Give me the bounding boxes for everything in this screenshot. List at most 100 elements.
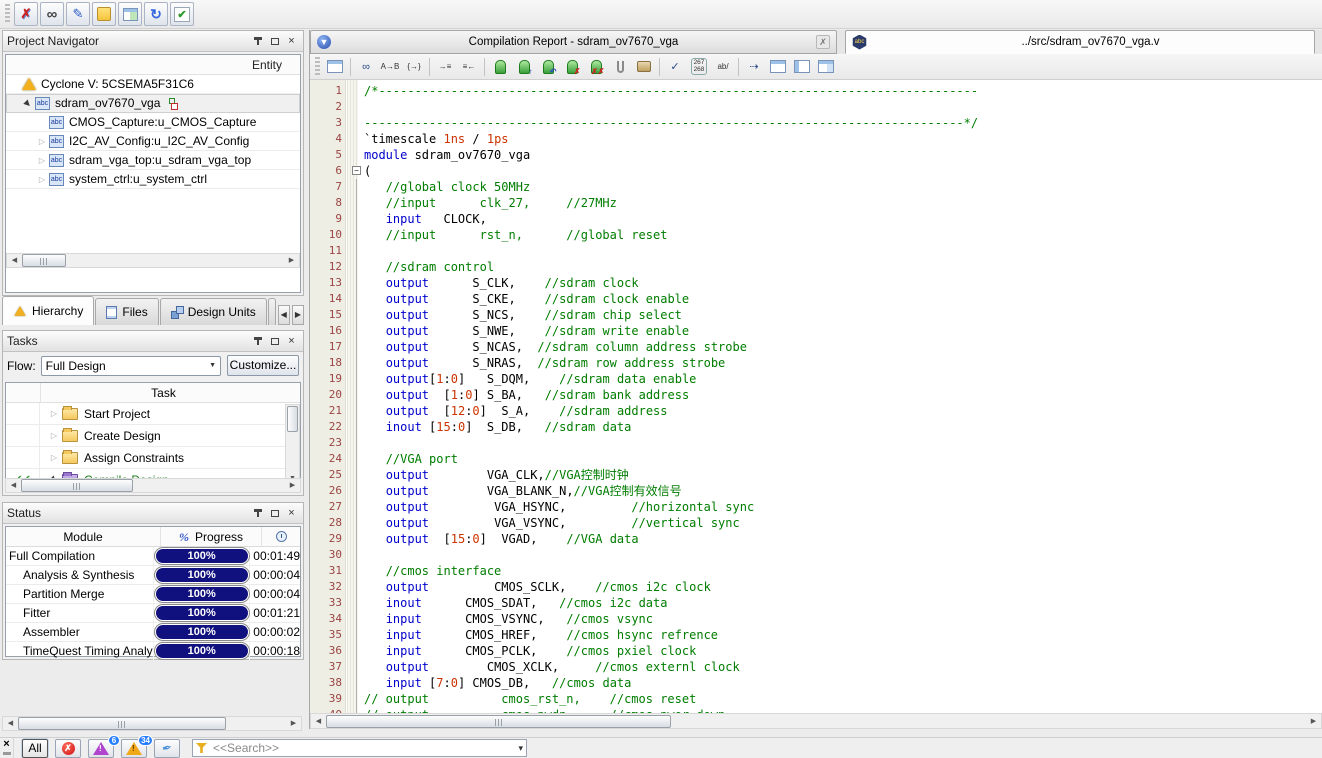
replace-icon[interactable]: A→B: [379, 56, 401, 78]
scroll-right-icon[interactable]: ▶: [285, 479, 300, 492]
task-row[interactable]: ▷Start Project: [6, 403, 300, 425]
restore-icon[interactable]: [267, 34, 282, 48]
expander-icon[interactable]: ▷: [48, 409, 60, 418]
split-view-icon[interactable]: [767, 56, 789, 78]
line-numbers-icon[interactable]: 267268: [688, 56, 710, 78]
matching-bracket-icon[interactable]: {→}: [403, 56, 425, 78]
fold-toggle-icon[interactable]: −: [352, 166, 361, 175]
fold-scope-line: [356, 579, 357, 595]
search-input[interactable]: [213, 741, 518, 755]
line-number: 23: [310, 435, 342, 451]
expander-icon[interactable]: ▷: [48, 431, 60, 440]
close-icon[interactable]: ×: [3, 738, 9, 751]
toolbar-grip[interactable]: [315, 57, 320, 77]
scroll-right-icon[interactable]: ▶: [286, 717, 301, 730]
all-messages-button[interactable]: All: [22, 739, 48, 758]
messages-filter-icon[interactable]: ✒: [154, 739, 180, 758]
scroll-left-icon[interactable]: ◀: [6, 479, 21, 492]
pin-icon[interactable]: [250, 34, 265, 48]
find-icon[interactable]: ∞: [40, 2, 64, 26]
delete-all-bookmarks-icon[interactable]: ✗✗: [585, 56, 607, 78]
tree-item[interactable]: ▷abcsdram_vga_top:u_sdram_vga_top: [6, 151, 300, 170]
scroll-right-icon[interactable]: ▶: [1306, 715, 1321, 728]
close-icon[interactable]: ×: [284, 334, 299, 348]
scroll-right-icon[interactable]: ▶: [284, 254, 299, 267]
tree-item[interactable]: ▷abcsystem_ctrl:u_system_ctrl: [6, 170, 300, 189]
restore-icon[interactable]: [267, 506, 282, 520]
tab-sliver[interactable]: [268, 298, 276, 325]
task-row[interactable]: ▷ Create Design: [6, 425, 300, 447]
errors-filter-icon[interactable]: ✗: [55, 739, 81, 758]
unindent-icon[interactable]: ≡←: [458, 56, 480, 78]
expander-icon[interactable]: ▷: [36, 156, 48, 165]
tab-scroll-left-icon[interactable]: ◀: [278, 305, 290, 325]
refresh-icon[interactable]: ↻: [144, 2, 168, 26]
notes-icon[interactable]: [92, 2, 116, 26]
flow-select[interactable]: Full Design ▼: [41, 356, 221, 376]
expander-icon[interactable]: ▷: [36, 175, 48, 184]
indent-icon[interactable]: →≡: [434, 56, 456, 78]
editor-hscrollbar[interactable]: ◀ ▶: [310, 713, 1322, 729]
close-icon[interactable]: ✗: [816, 35, 830, 49]
critical-warnings-filter-icon[interactable]: 6: [88, 739, 114, 758]
design-assistant-icon[interactable]: ✔: [170, 2, 194, 26]
fold-scope-line: [356, 691, 357, 707]
close-icon[interactable]: ×: [284, 506, 299, 520]
message-search-box[interactable]: ▾: [192, 739, 527, 757]
scroll-left-icon[interactable]: ◀: [7, 254, 22, 267]
tab-scroll-right-icon[interactable]: ▶: [292, 305, 304, 325]
task-label: Create Design: [84, 429, 161, 443]
attach-icon[interactable]: [609, 56, 631, 78]
chevron-down-icon[interactable]: ▾: [518, 743, 523, 754]
tree-item[interactable]: ▶abcsdram_ov7670_vga: [6, 94, 300, 113]
expander-icon[interactable]: ▶: [21, 96, 36, 111]
next-bookmark-icon[interactable]: ↑: [513, 56, 535, 78]
warnings-filter-icon[interactable]: 34: [121, 739, 147, 758]
dock-hscrollbar[interactable]: ◀ ▶: [2, 716, 302, 731]
report-panels-icon[interactable]: [118, 2, 142, 26]
tab-hierarchy[interactable]: Hierarchy: [2, 296, 94, 325]
module-name: Assembler: [6, 623, 154, 641]
bookmark-icon[interactable]: [489, 56, 511, 78]
tree-item[interactable]: ▷abcI2C_AV_Config:u_I2C_AV_Config: [6, 132, 300, 151]
find-icon[interactable]: ∞: [355, 56, 377, 78]
side-view-icon[interactable]: [815, 56, 837, 78]
scroll-left-icon[interactable]: ◀: [3, 717, 18, 730]
tasks-vscrollbar[interactable]: ▼: [285, 404, 300, 482]
full-view-icon[interactable]: [791, 56, 813, 78]
pin-icon[interactable]: [250, 334, 265, 348]
edit-settings-icon[interactable]: ✎: [66, 2, 90, 26]
tab-files[interactable]: Files: [95, 298, 158, 325]
editor-tab[interactable]: ▼Compilation Report - sdram_ov7670_vga✗: [310, 30, 837, 54]
fold-scope-line: [356, 419, 357, 435]
editor-tab[interactable]: abc../src/sdram_ov7670_vga.v: [845, 30, 1315, 54]
previous-bookmark-icon[interactable]: ↶: [537, 56, 559, 78]
pin-icon[interactable]: [250, 506, 265, 520]
expander-icon[interactable]: ▷: [36, 137, 48, 146]
delete-bookmark-icon[interactable]: ✗: [561, 56, 583, 78]
customize-button[interactable]: Customize...: [227, 355, 299, 376]
comment-icon[interactable]: ab/: [712, 56, 734, 78]
tasks-hscrollbar[interactable]: ◀ ▶: [5, 478, 301, 493]
close-icon[interactable]: ×: [284, 34, 299, 48]
scroll-left-icon[interactable]: ◀: [311, 715, 326, 728]
quartus-window: ✗∞✎↻✔ Project Navigator × Entity Cyclone…: [0, 0, 1322, 758]
tab-design-units[interactable]: Design Units: [160, 298, 267, 325]
spell-check-icon[interactable]: ✓: [664, 56, 686, 78]
goto-line-icon[interactable]: ⇢: [743, 56, 765, 78]
macro-icon[interactable]: [633, 56, 655, 78]
expander-icon[interactable]: ▷: [48, 453, 60, 462]
tree-item[interactable]: abcCMOS_Capture:u_CMOS_Capture: [6, 113, 300, 132]
line-number: 2: [310, 99, 342, 115]
task-row[interactable]: ▷Assign Constraints: [6, 447, 300, 469]
module-name: TimeQuest Timing Analyzer: [6, 642, 154, 660]
insert-template-icon[interactable]: [324, 56, 346, 78]
nav-hscrollbar[interactable]: ◀ ▶: [6, 253, 300, 268]
main-toolbar: ✗∞✎ ↻✔: [0, 0, 1322, 29]
restore-icon[interactable]: [267, 334, 282, 348]
device-row[interactable]: Cyclone V: 5CSEMA5F31C6: [6, 75, 300, 94]
code-line: 10 //input rst_n, //global reset: [310, 227, 1322, 243]
code-editor[interactable]: 1/*-------------------------------------…: [310, 80, 1322, 713]
toolbar-grip[interactable]: [5, 4, 10, 24]
stop-processing-icon[interactable]: ✗: [14, 2, 38, 26]
